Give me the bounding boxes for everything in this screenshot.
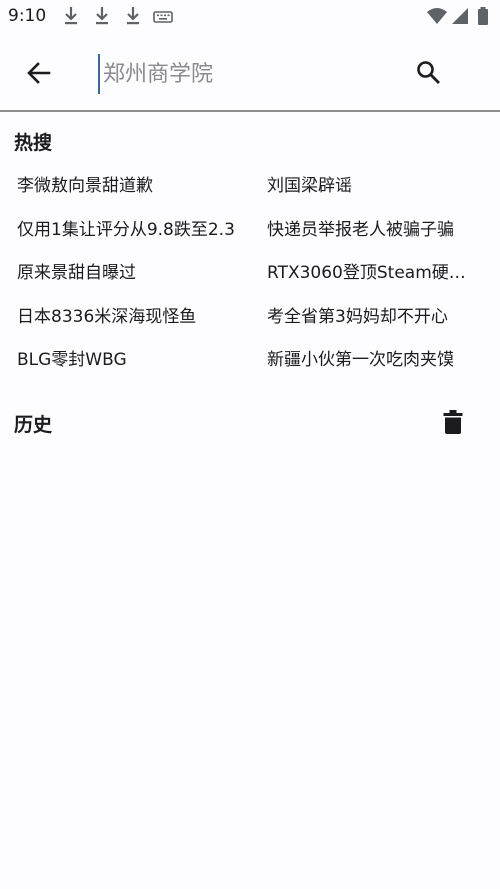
hot-search-item[interactable]: 刘国梁辟谣 [267, 165, 487, 209]
search-input[interactable] [98, 54, 393, 94]
hot-search-item[interactable]: 原来景甜自曝过 [17, 252, 267, 296]
back-button[interactable] [17, 51, 61, 95]
search-button[interactable] [406, 50, 450, 94]
history-title: 历史 [14, 414, 53, 436]
signal-icon [451, 5, 469, 27]
hot-search-list: 李微敖向景甜道歉 刘国梁辟谣 仅用1集让评分从9.8跌至2.3 快递员举报老人被… [17, 165, 487, 383]
wifi-icon [426, 5, 448, 27]
hot-search-item[interactable]: 日本8336米深海现怪鱼 [17, 296, 267, 340]
hot-search-item[interactable]: 李微敖向景甜道歉 [17, 165, 267, 209]
search-icon [417, 61, 440, 84]
arrow-back-icon [27, 62, 51, 84]
hot-search-item[interactable]: 仅用1集让评分从9.8跌至2.3 [17, 209, 267, 253]
battery-icon [477, 5, 489, 27]
clear-history-button[interactable] [431, 400, 475, 444]
search-bar [0, 36, 500, 112]
hot-search-item[interactable]: 快递员举报老人被骗子骗 [267, 209, 487, 253]
hot-search-item[interactable]: 考全省第3妈妈却不开心 [267, 296, 487, 340]
hot-search-item[interactable]: BLG零封WBG [17, 339, 267, 383]
status-time: 9:10 [8, 6, 47, 26]
hot-search-title: 热搜 [14, 132, 53, 154]
download-icon [62, 5, 80, 27]
download-icon [124, 5, 142, 27]
trash-icon [443, 410, 463, 434]
hot-search-item[interactable]: RTX3060登顶Steam硬件调查 [267, 252, 487, 296]
download-icon [93, 5, 111, 27]
keyboard-icon [153, 5, 173, 27]
hot-search-item[interactable]: 新疆小伙第一次吃肉夹馍 [267, 339, 487, 383]
status-bar: 9:10 [0, 0, 500, 36]
